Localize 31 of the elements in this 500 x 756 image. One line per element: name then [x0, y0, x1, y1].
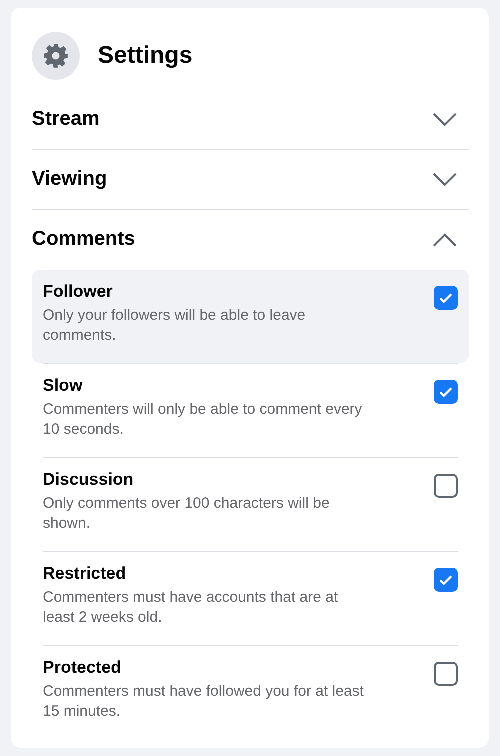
- checkbox[interactable]: [434, 474, 458, 498]
- option-title: Slow: [43, 376, 84, 396]
- checkbox[interactable]: [434, 662, 458, 686]
- check-icon: [439, 292, 453, 304]
- comment-option[interactable]: Restricted Commenters must have accounts that are at least 2 weeks old.: [32, 552, 469, 645]
- comment-option[interactable]: Slow Commenters will only be able to comment every 10 seconds.: [32, 364, 469, 457]
- option-title: Protected: [43, 658, 122, 678]
- option-description: Commenters will only be able to comment every 10 seconds.: [43, 400, 364, 440]
- check-icon: [439, 386, 453, 398]
- check-icon: [439, 574, 453, 586]
- settings-icon: [32, 32, 80, 80]
- section-header[interactable]: Viewing: [32, 150, 469, 210]
- option-title: Discussion: [43, 470, 135, 490]
- comment-option[interactable]: Protected Commenters must have followed you for at least 15 minutes.: [32, 646, 469, 739]
- chevron-up-icon: [433, 232, 457, 246]
- option-title: Follower: [43, 282, 114, 302]
- checkbox[interactable]: [434, 380, 458, 404]
- option-description: Only comments over 100 characters will be shown.: [43, 494, 331, 534]
- checkbox[interactable]: [434, 286, 458, 310]
- checkbox[interactable]: [434, 568, 458, 592]
- section-header[interactable]: Stream: [32, 90, 469, 150]
- option-description: Commenters must have followed you for at least 15 minutes.: [43, 682, 365, 722]
- option-title: Restricted: [43, 564, 128, 584]
- comment-option[interactable]: Discussion Only comments over 100 characters will be shown.: [32, 458, 469, 551]
- section-header[interactable]: Comments: [32, 210, 469, 269]
- option-description: Only your followers will be able to leave comments.: [43, 306, 307, 346]
- comment-option[interactable]: Follower Only your followers will be able to leave comments.: [32, 270, 469, 363]
- chevron-down-icon: [433, 112, 457, 126]
- panel-title: Settings: [98, 42, 193, 70]
- chevron-down-icon: [433, 172, 457, 186]
- option-description: Commenters must have accounts that are at least 2 weeks old.: [43, 588, 340, 628]
